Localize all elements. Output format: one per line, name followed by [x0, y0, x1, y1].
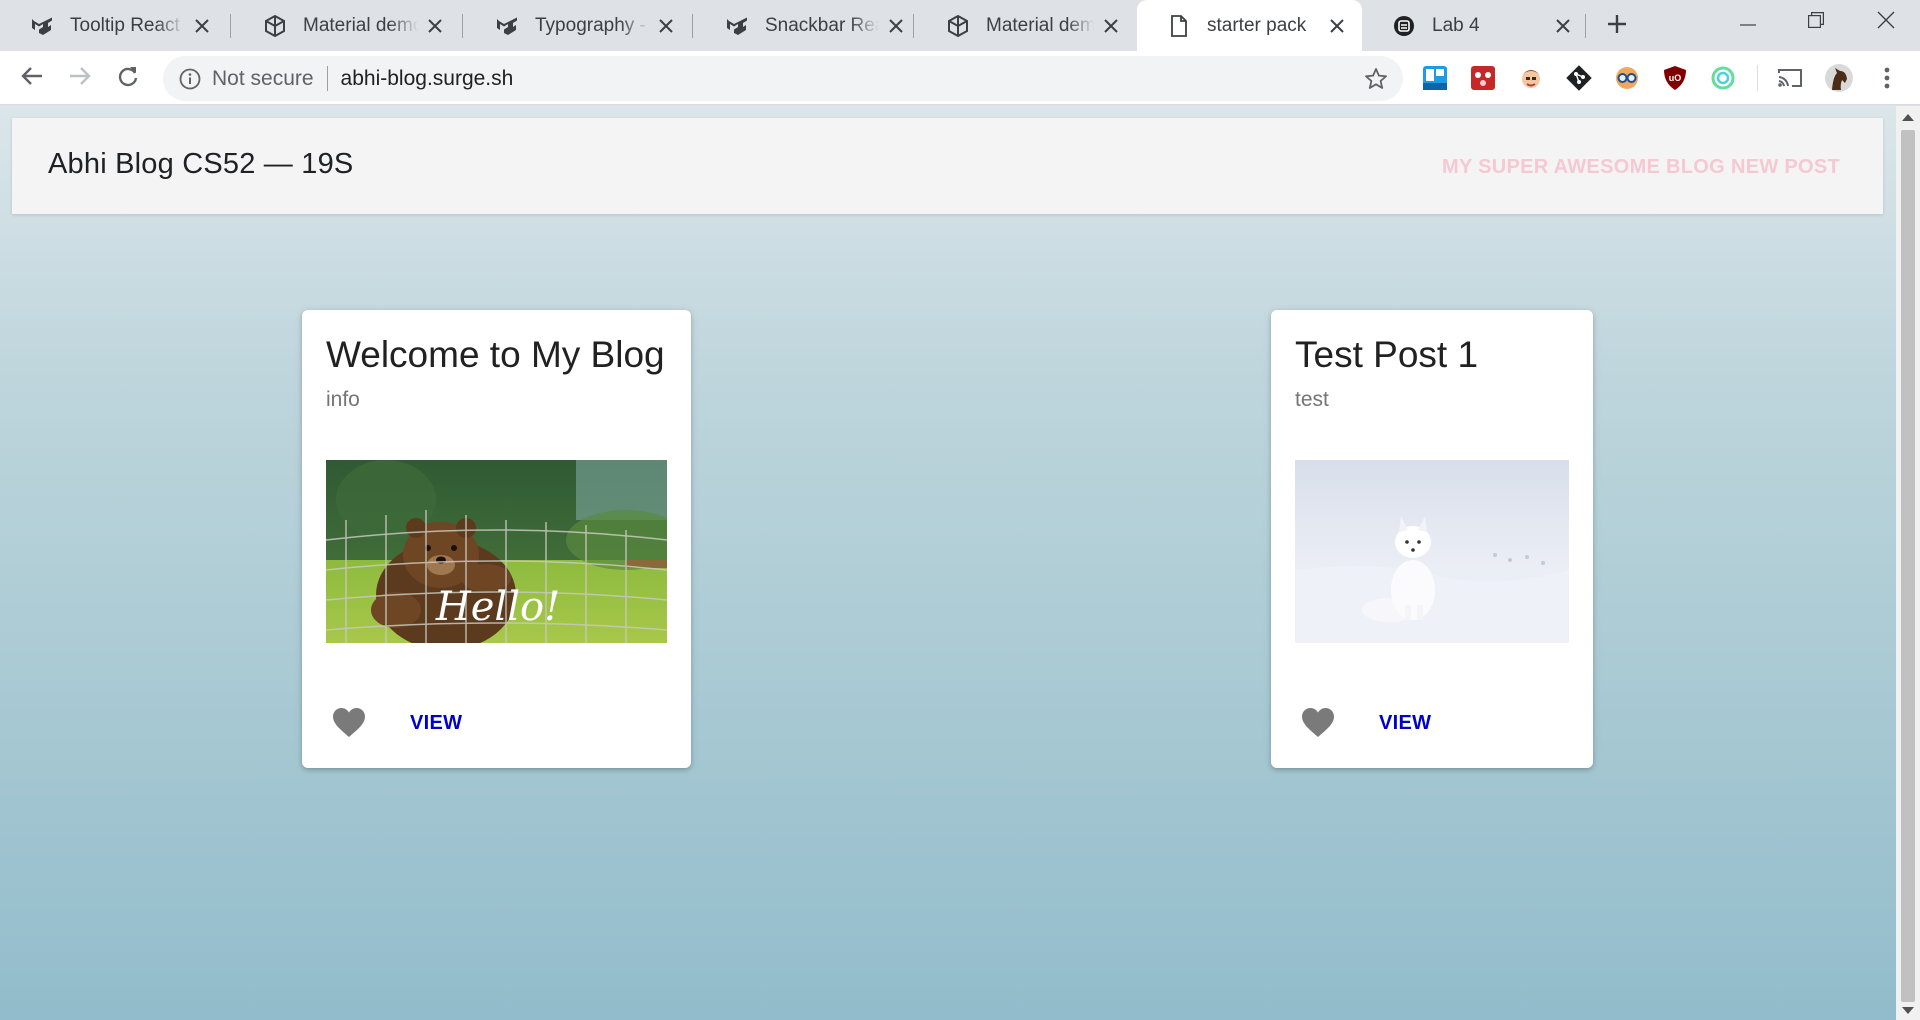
gamepad-extension-icon[interactable]	[1468, 63, 1498, 93]
reload-button[interactable]	[110, 60, 146, 96]
codesandbox-icon	[946, 14, 970, 38]
post-subtitle: info	[326, 388, 360, 411]
tab-lab-4[interactable]: Lab 4	[1362, 0, 1588, 51]
document-icon	[1167, 14, 1191, 38]
new-tab-button[interactable]	[1600, 9, 1634, 43]
face-extension-icon[interactable]	[1516, 63, 1546, 93]
scroll-down-arrow-icon[interactable]	[1902, 1007, 1914, 1014]
nav-link-blog[interactable]: MY SUPER AWESOME BLOG	[1442, 156, 1725, 179]
restore-button[interactable]	[1782, 0, 1850, 44]
site-title[interactable]: Abhi Blog CS52 — 19S	[48, 148, 353, 181]
trello-icon[interactable]	[1420, 63, 1450, 93]
forward-arrow-icon	[69, 66, 91, 91]
tab-title: starter pack	[1207, 14, 1307, 36]
heart-icon[interactable]	[1301, 707, 1335, 739]
tab-divider	[1585, 14, 1586, 38]
page-scrollbar[interactable]	[1896, 106, 1920, 1020]
more-menu-icon[interactable]	[1872, 63, 1902, 93]
close-tab-icon[interactable]	[1100, 15, 1122, 37]
material-ui-logo-icon	[30, 14, 54, 38]
post-card: Test Post 1 test VIEW	[1271, 310, 1593, 768]
glasses-extension-icon[interactable]	[1612, 63, 1642, 93]
security-label: Not secure	[212, 66, 314, 90]
tab-divider	[913, 14, 914, 38]
bookmark-star-icon[interactable]	[1363, 66, 1389, 92]
close-tab-icon[interactable]	[655, 15, 677, 37]
tab-title: Material demo - CodeSandbox	[303, 14, 418, 36]
restore-icon	[1808, 11, 1824, 33]
svg-text:uO: uO	[1669, 73, 1682, 83]
image-caption: Hello!	[435, 584, 560, 630]
view-button[interactable]: VIEW	[1379, 712, 1431, 735]
post-image-arctic-fox	[1295, 460, 1569, 643]
scrollbar-thumb[interactable]	[1901, 130, 1915, 1002]
post-image-bear: Hello!	[326, 460, 667, 643]
back-button[interactable]	[14, 60, 50, 96]
post-subtitle: test	[1295, 388, 1329, 411]
lab-icon	[1392, 14, 1416, 38]
git-icon[interactable]	[1564, 63, 1594, 93]
scroll-up-arrow-icon[interactable]	[1902, 114, 1914, 121]
close-tab-icon[interactable]	[885, 15, 907, 37]
reload-icon	[117, 65, 139, 92]
nav-link-new-post[interactable]: NEW POST	[1731, 156, 1840, 179]
close-window-button[interactable]	[1852, 0, 1920, 44]
profile-avatar-icon[interactable]	[1824, 63, 1854, 93]
forward-button[interactable]	[62, 60, 98, 96]
omnibox-divider	[326, 66, 328, 91]
page-viewport: Abhi Blog CS52 — 19S MY SUPER AWESOME BL…	[0, 106, 1896, 1020]
cast-icon[interactable]	[1775, 63, 1805, 93]
url-text[interactable]: abhi-blog.surge.sh	[341, 67, 514, 91]
tab-tooltip[interactable]: Tooltip React component - Material-UI	[0, 0, 227, 51]
browser-toolbar: Not secure abhi-blog.surge.sh uO	[0, 51, 1920, 105]
material-ui-logo-icon	[495, 14, 519, 38]
tab-title: Material demo - CodeSandbox	[986, 14, 1094, 36]
circle-extension-icon[interactable]	[1708, 63, 1738, 93]
address-bar[interactable]: Not secure abhi-blog.surge.sh	[163, 56, 1403, 101]
close-tab-icon[interactable]	[191, 15, 213, 37]
tab-material-demo-2[interactable]: Material demo - CodeSandbox	[916, 0, 1136, 51]
tab-starter-pack[interactable]: starter pack	[1137, 0, 1362, 51]
ublock-icon[interactable]: uO	[1660, 63, 1690, 93]
toolbar-divider	[1757, 65, 1758, 91]
tab-material-demo-1[interactable]: Material demo - CodeSandbox	[233, 0, 460, 51]
tab-divider	[692, 14, 693, 38]
app-bar: Abhi Blog CS52 — 19S MY SUPER AWESOME BL…	[12, 118, 1883, 214]
tab-title: Tooltip React component - Material-UI	[70, 14, 185, 36]
heart-icon[interactable]	[332, 707, 366, 739]
close-icon	[1877, 11, 1895, 34]
close-tab-icon[interactable]	[1326, 15, 1348, 37]
minimize-icon	[1740, 13, 1756, 31]
tab-divider	[462, 14, 463, 38]
tab-snackbar[interactable]: Snackbar React component - Material-UI	[695, 0, 921, 51]
tab-divider	[230, 14, 231, 38]
tab-title: Typography - Material-UI	[535, 14, 649, 36]
material-ui-logo-icon	[725, 14, 749, 38]
view-button[interactable]: VIEW	[410, 712, 462, 735]
tab-typography[interactable]: Typography - Material-UI	[465, 0, 691, 51]
codesandbox-icon	[263, 14, 287, 38]
close-tab-icon[interactable]	[1552, 15, 1574, 37]
minimize-button[interactable]	[1714, 0, 1782, 44]
post-card: Welcome to My Blog info Hello! VIEW	[302, 310, 691, 768]
tab-title: Lab 4	[1432, 14, 1480, 36]
back-arrow-icon	[21, 66, 43, 91]
tab-title: Snackbar React component - Material-UI	[765, 14, 879, 36]
tab-strip: Tooltip React component - Material-UI Ma…	[0, 0, 1920, 51]
plus-icon	[1607, 14, 1627, 39]
close-tab-icon[interactable]	[424, 15, 446, 37]
post-title: Test Post 1	[1295, 334, 1479, 375]
info-icon[interactable]	[178, 67, 202, 91]
post-title: Welcome to My Blog	[326, 334, 665, 375]
